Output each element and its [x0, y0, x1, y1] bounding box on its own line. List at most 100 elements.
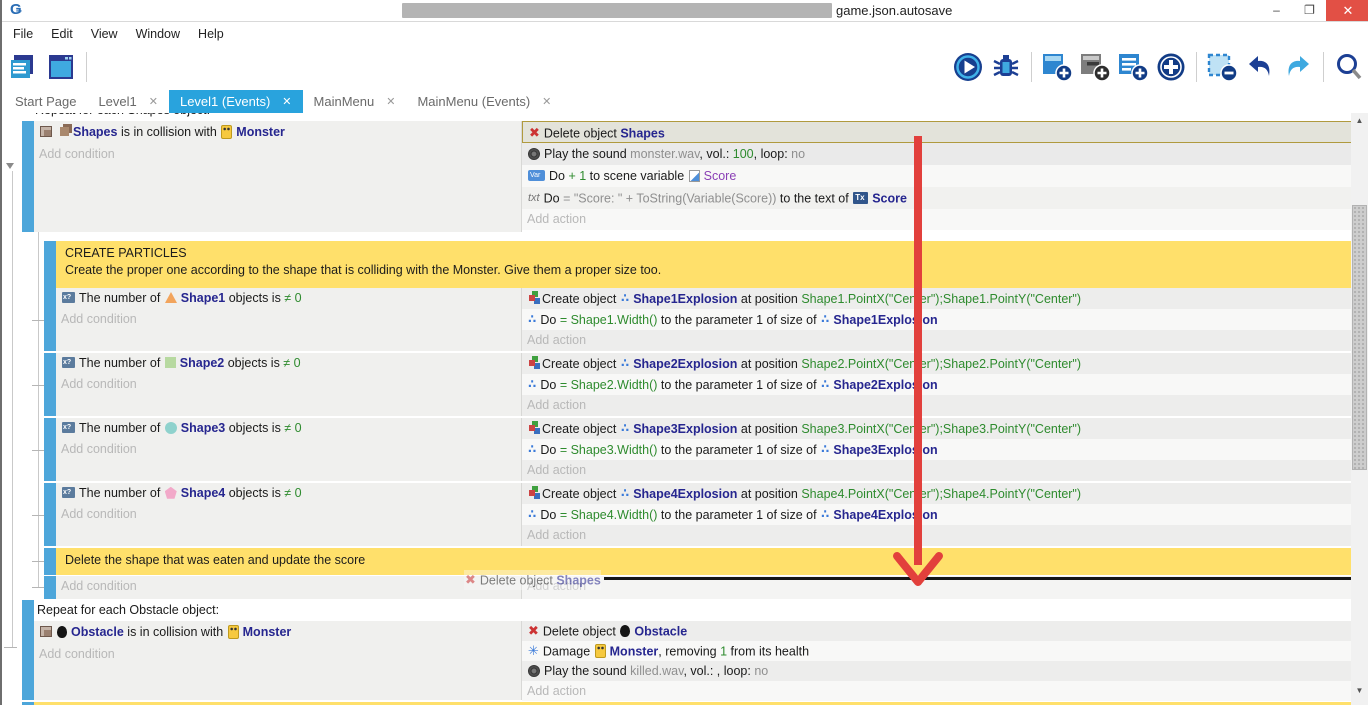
tab-close-icon[interactable]: ✕	[282, 95, 291, 108]
particle-icon	[528, 504, 536, 525]
minimize-button[interactable]: –	[1260, 0, 1293, 21]
event-header-repeat-obstacle[interactable]: Repeat for each Obstacle object:	[34, 600, 1353, 621]
condition-obstacle-collision[interactable]: Obstacle is in collision with Monster	[34, 621, 521, 643]
menu-edit[interactable]: Edit	[42, 27, 82, 41]
sound-icon	[528, 148, 540, 160]
add-condition-link[interactable]: Add condition	[34, 643, 521, 665]
add-condition-link[interactable]: Add condition	[56, 374, 521, 395]
action-increment-score-variable[interactable]: Do + 1 to scene variable Score	[522, 165, 1353, 187]
add-condition-link[interactable]: Add condition	[34, 143, 521, 165]
add-action-link[interactable]: Add action	[522, 681, 1353, 701]
txt-icon	[528, 187, 540, 209]
close-button[interactable]: ✕	[1326, 0, 1368, 21]
add-condition-link[interactable]: Add condition	[56, 309, 521, 330]
comment-create-particles[interactable]: CREATE PARTICLES Create the proper one a…	[56, 241, 1353, 288]
undo-icon[interactable]	[1243, 50, 1277, 84]
event-bar[interactable]	[44, 288, 56, 351]
events-editor: Repeat for each Shapes object: Shapes is…	[4, 113, 1353, 705]
action-play-killed-sound[interactable]: Play the sound killed.wav, vol.: , loop:…	[522, 661, 1353, 681]
condition-shapes-collision[interactable]: Shapes is in collision with Monster	[34, 121, 521, 143]
action-set-score-text[interactable]: Do = "Score: " + ToString(Variable(Score…	[522, 187, 1353, 209]
drop-insertion-line	[604, 577, 1353, 580]
menu-file[interactable]: File	[4, 27, 42, 41]
event-bar[interactable]	[22, 600, 34, 700]
action-size-shape3explosion[interactable]: Do = Shape3.Width() to the parameter 1 o…	[522, 439, 1353, 460]
comment-bar[interactable]	[44, 548, 56, 575]
event-header-repeat-shapes[interactable]: Repeat for each Shapes object:	[32, 113, 1352, 121]
add-condition-link[interactable]: Add condition	[56, 576, 521, 597]
collapse-arrow-icon[interactable]	[6, 163, 14, 169]
remove-event-icon[interactable]	[1205, 50, 1239, 84]
action-damage-monster[interactable]: Damage Monster, removing 1 from its heal…	[522, 641, 1353, 661]
app-window: Ǥ game.json.autosave – ❐ ✕ File Edit Vie…	[0, 0, 1368, 705]
event-bar[interactable]	[44, 418, 56, 481]
event2-actions: Delete object Obstacle Damage Monster, r…	[521, 621, 1353, 700]
condition-shape3-count[interactable]: The number of Shape3 objects is ≠ 0	[56, 418, 521, 439]
add-action-link[interactable]: Add action	[522, 395, 1353, 416]
tab-close-icon[interactable]: ✕	[386, 95, 395, 108]
play-icon[interactable]	[951, 50, 985, 84]
add-action-link[interactable]: Add action	[522, 209, 1353, 230]
menu-window[interactable]: Window	[127, 27, 189, 41]
redo-icon[interactable]	[1281, 50, 1315, 84]
tab-close-icon[interactable]: ✕	[542, 95, 551, 108]
action-create-shape4explosion[interactable]: Create object Shape4Explosion at positio…	[522, 483, 1353, 504]
particle-icon	[528, 374, 536, 395]
add-subevent-icon[interactable]	[1078, 50, 1112, 84]
tab-level1[interactable]: Level1✕	[87, 90, 169, 113]
tree-tick	[32, 385, 44, 386]
comment-bar[interactable]	[44, 241, 56, 288]
scroll-down-icon[interactable]: ▼	[1351, 683, 1368, 699]
shape4-conditions: The number of Shape4 objects is ≠ 0 Add …	[56, 483, 521, 546]
event1-actions: Delete object Shapes Play the sound mons…	[521, 121, 1353, 232]
shape1-actions: Create object Shape1Explosion at positio…	[521, 288, 1353, 351]
add-action-link[interactable]: Add action	[522, 525, 1353, 546]
debug-bug-icon[interactable]	[989, 50, 1023, 84]
tree-tick	[32, 561, 44, 562]
action-play-monster-sound[interactable]: Play the sound monster.wav, vol.: 100, l…	[522, 143, 1353, 165]
particle-icon	[821, 504, 829, 525]
scroll-up-icon[interactable]: ▲	[1351, 113, 1368, 129]
tab-level1-events[interactable]: Level1 (Events)✕	[169, 90, 303, 113]
add-plus-icon[interactable]	[1154, 50, 1188, 84]
menu-view[interactable]: View	[82, 27, 127, 41]
condition-shape1-count[interactable]: The number of Shape1 objects is ≠ 0	[56, 288, 521, 309]
damage-icon	[528, 641, 539, 661]
add-condition-link[interactable]: Add condition	[56, 504, 521, 525]
action-create-shape1explosion[interactable]: Create object Shape1Explosion at positio…	[522, 288, 1353, 309]
create-icon	[529, 425, 535, 431]
action-create-shape3explosion[interactable]: Create object Shape3Explosion at positio…	[522, 418, 1353, 439]
condition-shape2-count[interactable]: The number of Shape2 objects is ≠ 0	[56, 353, 521, 374]
action-size-shape1explosion[interactable]: Do = Shape1.Width() to the parameter 1 o…	[522, 309, 1353, 330]
particle-icon	[621, 483, 629, 504]
search-icon[interactable]	[1332, 50, 1366, 84]
comment-delete-shape[interactable]: Delete the shape that was eaten and upda…	[56, 548, 1353, 575]
project-pages-icon[interactable]	[6, 50, 40, 84]
add-action-link[interactable]: Add action	[522, 330, 1353, 351]
particle-icon	[821, 309, 829, 330]
add-event-icon[interactable]	[1040, 50, 1074, 84]
condition-shape4-count[interactable]: The number of Shape4 objects is ≠ 0	[56, 483, 521, 504]
action-create-shape2explosion[interactable]: Create object Shape2Explosion at positio…	[522, 353, 1353, 374]
tab-mainmenu-events[interactable]: MainMenu (Events)✕	[406, 90, 562, 113]
event-bar[interactable]	[44, 576, 56, 599]
scene-window-icon[interactable]	[44, 50, 78, 84]
action-delete-shapes-selected[interactable]: Delete object Shapes	[522, 121, 1353, 143]
tab-close-icon[interactable]: ✕	[149, 95, 158, 108]
vertical-scrollbar[interactable]: ▲ ▼	[1351, 113, 1368, 705]
add-condition-link[interactable]: Add condition	[56, 439, 521, 460]
action-delete-obstacle[interactable]: Delete object Obstacle	[522, 621, 1353, 641]
menu-help[interactable]: Help	[189, 27, 233, 41]
add-action-link[interactable]: Add action	[522, 460, 1353, 481]
event-bar[interactable]	[44, 353, 56, 416]
scrollbar-thumb[interactable]	[1352, 205, 1367, 470]
event-bar[interactable]	[22, 121, 34, 232]
tab-mainmenu[interactable]: MainMenu✕	[303, 90, 407, 113]
action-size-shape4explosion[interactable]: Do = Shape4.Width() to the parameter 1 o…	[522, 504, 1353, 525]
shape3-conditions: The number of Shape3 objects is ≠ 0 Add …	[56, 418, 521, 481]
tab-start-page[interactable]: Start Page	[4, 90, 87, 113]
add-comment-icon[interactable]	[1116, 50, 1150, 84]
action-size-shape2explosion[interactable]: Do = Shape2.Width() to the parameter 1 o…	[522, 374, 1353, 395]
restore-button[interactable]: ❐	[1293, 0, 1326, 21]
event-bar[interactable]	[44, 483, 56, 546]
